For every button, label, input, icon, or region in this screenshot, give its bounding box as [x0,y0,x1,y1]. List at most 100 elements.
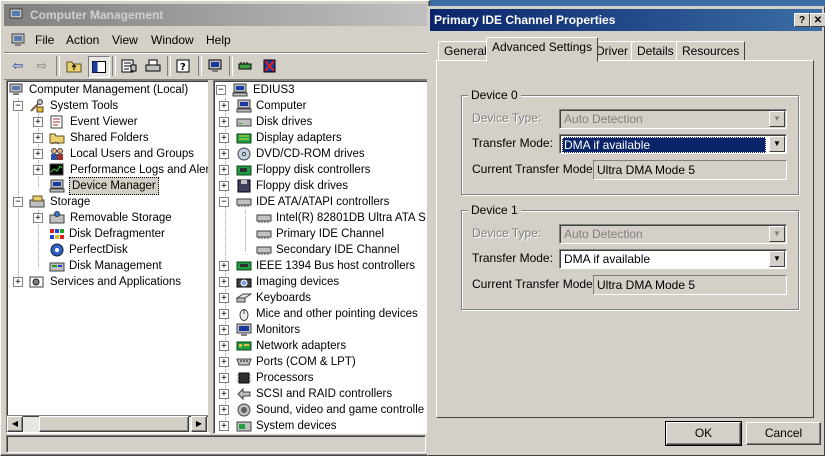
tree-item-disk-management[interactable]: Disk Management [49,258,209,274]
expand-icon[interactable]: + [219,117,229,127]
expand-icon[interactable]: + [219,133,229,143]
expand-icon[interactable]: + [219,421,229,431]
expand-icon[interactable]: + [219,101,229,111]
tree-item-perfectdisk[interactable]: PerfectDisk [49,242,209,258]
expand-icon[interactable]: + [219,373,229,383]
device1-transfer-select[interactable]: DMA if available ▼ [559,249,787,269]
help-question-button[interactable]: ? [794,13,810,27]
tree-item-removable-storage[interactable]: + Removable Storage [33,210,203,226]
computer-management-icon [9,8,23,21]
tree-label: Sound, video and game controlle [256,404,425,416]
processor-icon [237,372,251,384]
tree-item-performance-logs[interactable]: + Performance Logs and Alerts [33,162,209,178]
tree-label: Local Users and Groups [70,148,195,160]
show-hide-tree-icon[interactable] [88,56,110,78]
expand-icon[interactable]: + [219,165,229,175]
device1-current-value: Ultra DMA Mode 5 [593,275,787,295]
window-menu-icon[interactable] [10,32,26,48]
scroll-left-arrow-icon[interactable]: ◀ [7,416,23,432]
expand-icon[interactable]: + [33,213,43,223]
menu-help[interactable]: Help [206,33,231,47]
collapse-icon[interactable]: − [13,101,23,111]
tree-item-event-viewer[interactable]: + Event Viewer [33,114,203,130]
expand-icon[interactable]: + [219,405,229,415]
tab-advanced-settings[interactable]: Advanced Settings [486,37,599,62]
collapse-icon[interactable]: − [13,197,23,207]
tree-guide [245,210,246,251]
expand-icon[interactable]: + [219,325,229,335]
device-tree-pane[interactable]: − EDIUS3 + Computer + Disk drives + Display a… [213,80,433,434]
expand-icon[interactable]: + [219,149,229,159]
cm-title-bar[interactable]: Computer Management [4,4,428,26]
menu-action[interactable]: Action [66,33,99,47]
camera-icon [236,278,252,288]
tree-label: Mice and other pointing devices [256,308,418,320]
collapse-icon[interactable]: − [219,197,229,207]
device0-type-label: Device Type: [472,111,542,125]
device1-type-label: Device Type: [472,226,542,240]
back-arrow-icon[interactable]: ⇦ [8,56,28,76]
svg-text:?: ? [180,62,186,73]
port-icon [236,358,252,366]
dropdown-arrow-icon: ▼ [769,111,785,127]
tree-item-storage[interactable]: − Storage [13,194,203,210]
print-icon[interactable] [143,56,163,76]
tree-label: Monitors [256,324,301,336]
left-pane-horizontal-scrollbar[interactable]: ◀ ▶ [6,415,210,433]
tab-details[interactable]: Details [631,41,680,61]
expand-icon[interactable]: + [219,357,229,367]
forward-arrow-icon[interactable]: ⇨ [32,56,52,76]
dialog-title-bar[interactable]: Primary IDE Channel Properties ? ✕ [430,9,825,31]
perfectdisk-icon [50,243,64,257]
tree-label: Event Viewer [70,116,138,128]
expand-icon[interactable]: + [219,341,229,351]
keyboard-icon [236,293,252,303]
tree-item-disk-defragmenter[interactable]: Disk Defragmenter [49,226,209,242]
tab-resources[interactable]: Resources [676,41,746,61]
menu-view[interactable]: View [112,33,138,47]
tree-item-system-tools[interactable]: − System Tools [13,98,203,114]
up-folder-icon[interactable] [64,56,84,76]
tree-item-shared-folders[interactable]: + Shared Folders [33,130,203,146]
tree-label: Ports (COM & LPT) [256,356,356,368]
scroll-right-arrow-icon[interactable]: ▶ [191,416,207,432]
event-viewer-icon [50,115,63,129]
ok-button[interactable]: OK [665,421,742,446]
storage-icon [29,195,45,208]
expand-icon[interactable]: + [33,133,43,143]
help-icon[interactable]: ? [174,56,194,76]
uninstall-icon[interactable] [260,56,280,76]
scrollbar-thumb[interactable] [39,416,189,432]
update-driver-icon[interactable] [236,56,256,76]
tree-label: Floppy disk controllers [256,164,371,176]
tab-general[interactable]: General [438,41,493,61]
dropdown-arrow-icon[interactable]: ▼ [769,251,785,267]
expand-icon[interactable]: + [219,309,229,319]
scan-hardware-icon[interactable] [205,56,225,76]
expand-icon[interactable]: + [219,181,229,191]
expand-icon[interactable]: + [219,389,229,399]
expand-icon[interactable]: + [219,277,229,287]
tree-item-services-apps[interactable]: + Services and Applications [13,274,203,290]
menu-window[interactable]: Window [151,33,194,47]
left-tree-pane[interactable]: Computer Management (Local) − System Too… [6,80,210,434]
tree-item-local-users[interactable]: + Local Users and Groups [33,146,203,162]
tree-label: DVD/CD-ROM drives [256,148,365,160]
collapse-icon[interactable]: − [216,85,226,95]
tree-label: IDE ATA/ATAPI controllers [256,196,390,208]
expand-icon[interactable]: + [33,117,43,127]
menu-file[interactable]: File [35,33,54,47]
expand-icon[interactable]: + [13,277,23,287]
tree-item-device-manager[interactable]: Device Manager [49,177,209,195]
close-button[interactable]: ✕ [810,13,825,27]
expand-icon[interactable]: + [33,165,43,175]
properties-dialog: Primary IDE Channel Properties ? ✕ Gener… [427,6,825,456]
cancel-button[interactable]: Cancel [746,422,821,445]
properties-icon[interactable] [119,56,139,76]
dropdown-arrow-icon[interactable]: ▼ [769,136,785,152]
disk-management-icon [49,262,65,272]
expand-icon[interactable]: + [219,293,229,303]
expand-icon[interactable]: + [33,149,43,159]
expand-icon[interactable]: + [219,261,229,271]
device0-transfer-select[interactable]: DMA if available ▼ [559,134,787,154]
